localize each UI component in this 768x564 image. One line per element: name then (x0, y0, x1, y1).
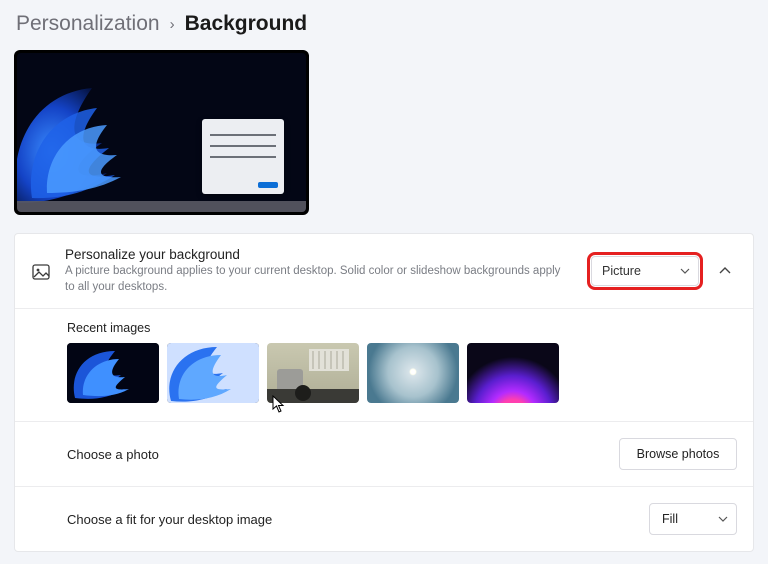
choose-photo-row: Choose a photo Browse photos (15, 422, 753, 487)
recent-image-thumb[interactable] (67, 343, 159, 403)
recent-images-title: Recent images (67, 321, 737, 335)
recent-image-thumb[interactable] (167, 343, 259, 403)
breadcrumb: Personalization › Background (14, 12, 754, 36)
breadcrumb-parent[interactable]: Personalization (16, 12, 160, 36)
choose-photo-label: Choose a photo (67, 447, 159, 462)
bloom-wallpaper (17, 53, 187, 212)
desktop-preview (14, 50, 309, 215)
recent-images-section: Recent images (15, 309, 753, 422)
background-type-dropdown[interactable]: Picture (591, 256, 699, 286)
recent-image-thumb[interactable] (467, 343, 559, 403)
preview-taskbar (17, 201, 306, 212)
choose-fit-label: Choose a fit for your desktop image (67, 512, 272, 527)
chevron-up-icon (718, 264, 732, 278)
choose-fit-row: Choose a fit for your desktop image Fill (15, 487, 753, 551)
breadcrumb-current: Background (185, 12, 308, 36)
browse-photos-button[interactable]: Browse photos (619, 438, 737, 470)
preview-dialog (202, 119, 284, 194)
collapse-section-button[interactable] (713, 264, 737, 278)
recent-image-thumb[interactable] (367, 343, 459, 403)
chevron-right-icon: › (170, 16, 175, 33)
fit-dropdown-value: Fill (662, 512, 678, 526)
personalize-subtitle: A picture background applies to your cur… (65, 264, 565, 295)
background-settings-card: Personalize your background A picture ba… (14, 233, 754, 552)
mouse-cursor-icon (272, 395, 286, 413)
fit-dropdown[interactable]: Fill (649, 503, 737, 535)
chevron-down-icon (718, 514, 728, 524)
picture-icon (31, 262, 51, 282)
recent-image-thumb[interactable] (267, 343, 359, 403)
personalize-title: Personalize your background (65, 247, 577, 262)
browse-photos-label: Browse photos (637, 447, 720, 461)
chevron-down-icon (680, 266, 690, 276)
background-type-value: Picture (602, 264, 641, 278)
personalize-background-row[interactable]: Personalize your background A picture ba… (15, 234, 753, 309)
